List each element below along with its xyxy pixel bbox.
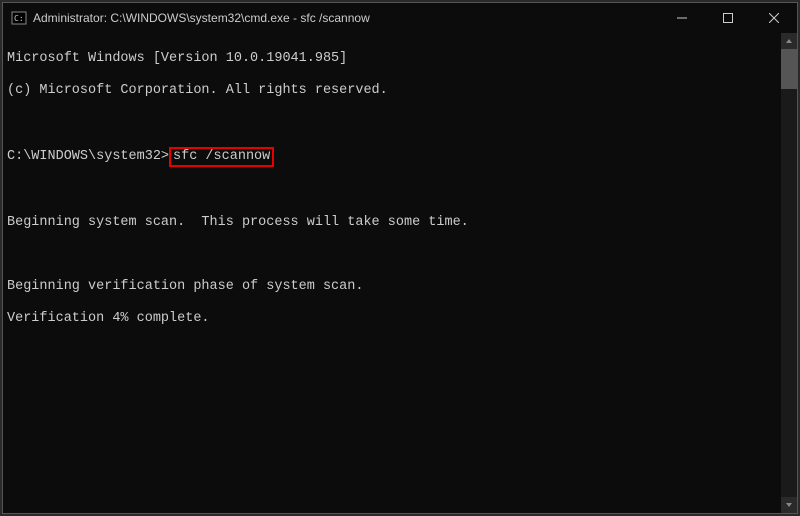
svg-text:C:: C: <box>14 14 24 23</box>
output-blank <box>7 183 777 199</box>
output-line: Microsoft Windows [Version 10.0.19041.98… <box>7 51 777 67</box>
output-line: Verification 4% complete. <box>7 311 777 327</box>
terminal-output[interactable]: Microsoft Windows [Version 10.0.19041.98… <box>3 33 781 513</box>
minimize-button[interactable] <box>659 3 705 33</box>
prompt-line: C:\WINDOWS\system32>sfc /scannow <box>7 147 777 167</box>
prompt-text: C:\WINDOWS\system32> <box>7 149 169 164</box>
output-line: Beginning system scan. This process will… <box>7 215 777 231</box>
terminal-body: Microsoft Windows [Version 10.0.19041.98… <box>3 33 797 513</box>
command-prompt-window: C: Administrator: C:\WINDOWS\system32\cm… <box>2 2 798 514</box>
close-button[interactable] <box>751 3 797 33</box>
output-line: (c) Microsoft Corporation. All rights re… <box>7 83 777 99</box>
scroll-track[interactable] <box>781 49 797 497</box>
vertical-scrollbar[interactable] <box>781 33 797 513</box>
scroll-down-button[interactable] <box>781 497 797 513</box>
window-title: Administrator: C:\WINDOWS\system32\cmd.e… <box>33 11 659 25</box>
output-line: Beginning verification phase of system s… <box>7 279 777 295</box>
scroll-up-button[interactable] <box>781 33 797 49</box>
titlebar[interactable]: C: Administrator: C:\WINDOWS\system32\cm… <box>3 3 797 33</box>
maximize-button[interactable] <box>705 3 751 33</box>
output-blank <box>7 247 777 263</box>
cmd-icon: C: <box>11 10 27 26</box>
command-highlight: sfc /scannow <box>169 147 274 167</box>
scroll-thumb[interactable] <box>781 49 797 89</box>
output-blank <box>7 115 777 131</box>
window-controls <box>659 3 797 33</box>
